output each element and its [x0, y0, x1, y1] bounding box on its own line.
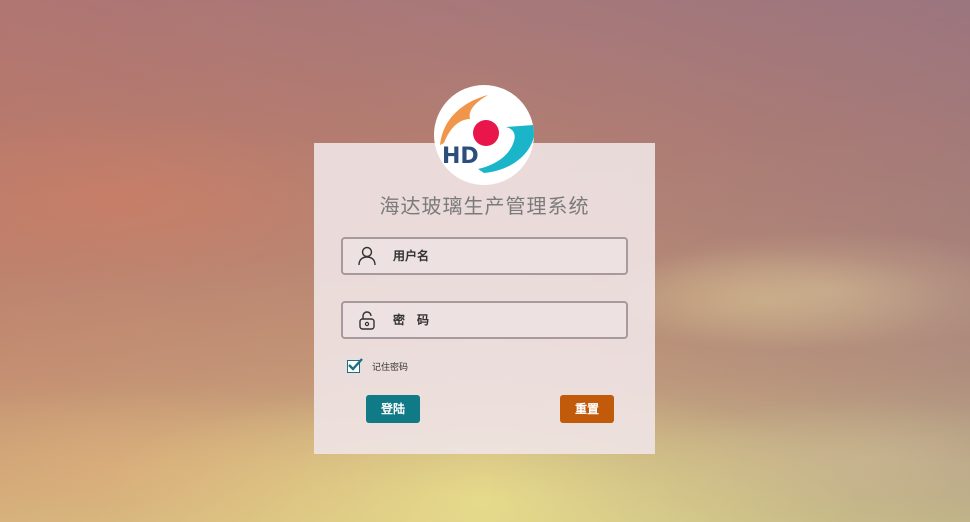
check-icon — [348, 357, 363, 371]
logo-red-dot — [473, 120, 499, 146]
logo-text: HD — [442, 144, 479, 169]
remember-checkbox[interactable] — [347, 357, 363, 373]
reset-button[interactable]: 重置 — [560, 395, 614, 423]
login-button[interactable]: 登陆 — [366, 395, 420, 423]
password-field[interactable] — [341, 301, 628, 339]
remember-label: 记住密码 — [372, 362, 409, 373]
page-title: 海达玻璃生产管理系统 — [379, 194, 590, 218]
user-icon — [357, 246, 377, 266]
remember-password[interactable]: 记住密码 — [347, 357, 409, 374]
company-logo: HD — [434, 85, 534, 185]
lock-icon — [357, 310, 377, 330]
username-input[interactable] — [393, 239, 618, 273]
password-input[interactable] — [393, 303, 618, 337]
username-field[interactable] — [341, 237, 628, 275]
